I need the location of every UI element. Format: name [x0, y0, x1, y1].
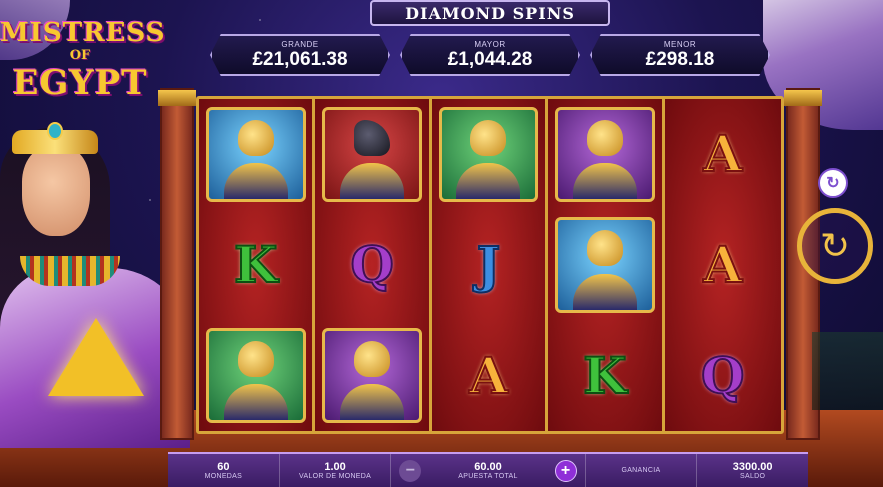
- reel-cell: A: [665, 210, 781, 321]
- card-symbol-k: K: [582, 345, 627, 405]
- coins-label: MONEDAS: [204, 473, 243, 480]
- win-display: GANANCIA: [586, 454, 698, 487]
- horus-green-symbol-icon: [438, 106, 539, 202]
- card-symbol-q: Q: [349, 234, 395, 294]
- horus-blue-symbol-icon: [205, 106, 306, 202]
- reel-cell: [315, 320, 428, 431]
- reel-cell: Q: [665, 320, 781, 431]
- coin-value: 1.00: [324, 461, 346, 473]
- symbol-head: [470, 119, 507, 156]
- palm-tree-decoration: [812, 280, 883, 410]
- reel-column: JA: [431, 99, 549, 431]
- jackpot-grande: GRANDE £21,061.38: [210, 34, 390, 76]
- crown-gem: [47, 122, 63, 140]
- total-bet-label: APUESTA TOTAL: [458, 473, 518, 480]
- symbol-body: [223, 384, 288, 421]
- reel-frame: KQJAKAAQ: [158, 88, 822, 440]
- pillar-left: [158, 88, 196, 440]
- symbol-head: [586, 119, 623, 156]
- jackpot-title-text: DIAMOND SPINS: [405, 3, 575, 23]
- reel-cell: A: [665, 99, 781, 210]
- logo-line-2: OF: [69, 48, 91, 63]
- cat-symbol-icon: [554, 106, 655, 202]
- symbol-head: [586, 230, 623, 267]
- jackpot-label: GRANDE: [281, 39, 319, 49]
- symbol-head: [354, 341, 391, 378]
- reel-cell: K: [199, 210, 312, 321]
- symbol-head: [354, 119, 391, 156]
- logo-line-1: MISTRESS: [0, 18, 166, 48]
- reel-cell: [315, 99, 428, 210]
- reel-cell: K: [548, 320, 661, 431]
- jackpot-mayor: MAYOR £1,044.28: [400, 34, 580, 76]
- jackpot-label: MAYOR: [474, 39, 506, 49]
- card-symbol-j: J: [476, 234, 502, 294]
- symbol-body: [572, 273, 637, 310]
- bottom-bar: 60 MONEDAS 1.00 VALOR DE MONEDA − 60.00 …: [168, 452, 808, 487]
- queen-face: [22, 146, 90, 236]
- reel-column: Q: [315, 99, 432, 431]
- anubis-symbol-icon: [322, 106, 422, 202]
- reel-cell: [199, 320, 312, 431]
- symbol-body: [223, 162, 288, 199]
- coins-display[interactable]: 60 MONEDAS: [168, 454, 280, 487]
- reel-cell: [548, 99, 661, 210]
- reel-cell: Q: [315, 210, 428, 321]
- balance-value: 3300.00: [732, 461, 773, 473]
- card-symbol-a: A: [702, 124, 743, 184]
- reel-column: AAQ: [664, 99, 781, 431]
- symbol-head: [237, 119, 274, 156]
- reel-cell: J: [432, 210, 545, 321]
- horus-green-symbol-icon: [205, 328, 306, 424]
- win-label: GANANCIA: [621, 467, 661, 474]
- reel-cell: A: [432, 320, 545, 431]
- swap-icon-glyph: ↻: [826, 175, 840, 192]
- game-logo: MISTRESS OF EGYPT: [0, 18, 166, 103]
- card-symbol-k: K: [233, 234, 278, 294]
- card-symbol-a: A: [468, 345, 509, 405]
- increase-bet-button[interactable]: +: [554, 459, 577, 482]
- symbol-body: [340, 384, 405, 421]
- total-bet-display: 60.00 APUESTA TOTAL: [458, 461, 517, 480]
- symbol-head: [237, 341, 274, 378]
- reel-grid: KQJAKAAQ: [196, 96, 784, 434]
- card-symbol-a: A: [702, 234, 743, 294]
- coin-value-display[interactable]: 1.00 VALOR DE MONEDA: [280, 454, 392, 487]
- symbol-body: [340, 162, 405, 199]
- jackpot-title: DIAMOND SPINS: [370, 0, 610, 26]
- balance-label: SALDO: [740, 473, 766, 480]
- jackpot-menor: MENOR £298.18: [590, 34, 770, 76]
- reel-column: K: [548, 99, 665, 431]
- jackpot-label: MENOR: [663, 39, 697, 49]
- logo-line-3: EGYPT: [12, 63, 148, 103]
- spin-button[interactable]: ↻: [797, 208, 873, 284]
- total-bet-control: − 60.00 APUESTA TOTAL +: [391, 454, 586, 487]
- spin-icon: ↻: [819, 225, 851, 266]
- jackpot-value: £298.18: [645, 48, 715, 70]
- symbol-body: [572, 162, 637, 199]
- reel-cell: [432, 99, 545, 210]
- reel-cell: [199, 99, 312, 210]
- coins-value: 60: [217, 461, 230, 473]
- queen-necklace: [20, 256, 120, 286]
- symbol-body: [456, 162, 521, 199]
- cat-symbol-icon: [322, 328, 422, 424]
- horus-blue-symbol-icon: [554, 217, 655, 313]
- decrease-bet-button[interactable]: −: [399, 459, 422, 482]
- total-bet-value: 60.00: [474, 461, 502, 473]
- jackpot-value: £1,044.28: [447, 48, 533, 70]
- jackpot-value: £21,061.38: [252, 48, 348, 70]
- jackpot-row: GRANDE £21,061.38 MAYOR £1,044.28 MENOR …: [210, 34, 770, 80]
- balance-display: 3300.00 SALDO: [697, 454, 808, 487]
- reel-cell: [548, 210, 661, 321]
- golden-pyramid-icon: [48, 318, 144, 396]
- reel-column: K: [199, 99, 316, 431]
- swap-icon[interactable]: ↻: [818, 168, 848, 198]
- coin-value-label: VALOR DE MONEDA: [299, 473, 372, 480]
- card-symbol-q: Q: [700, 345, 746, 405]
